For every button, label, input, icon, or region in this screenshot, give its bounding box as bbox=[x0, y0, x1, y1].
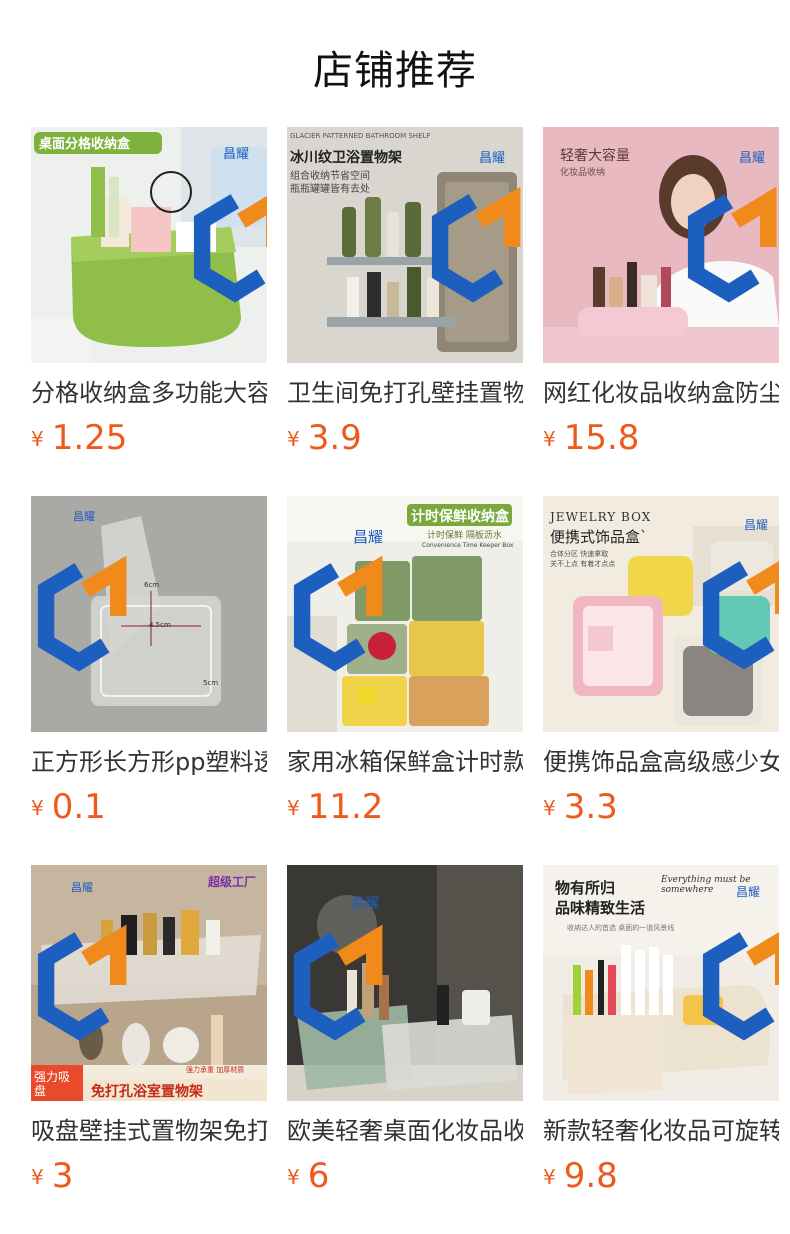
product-image[interactable]: 桌面分格收纳盒 昌耀 bbox=[31, 127, 267, 363]
brand-logo: 昌耀 bbox=[683, 129, 777, 303]
currency-symbol: ¥ bbox=[543, 427, 556, 451]
product-name[interactable]: 欧美轻奢桌面化妆品收纳 bbox=[287, 1114, 523, 1148]
image-caption: GLACIER PATTERNED BATHROOM SHELF bbox=[290, 132, 431, 140]
image-caption: JEWELRY BOX bbox=[550, 510, 652, 524]
price-value: 11.2 bbox=[307, 787, 384, 827]
brand-logo-icon bbox=[293, 555, 383, 672]
brand-logo-text: 昌耀 bbox=[223, 147, 250, 162]
brand-logo-text: 昌耀 bbox=[71, 881, 93, 894]
brand-logo: 昌耀 bbox=[289, 498, 399, 672]
currency-symbol: ¥ bbox=[31, 427, 44, 451]
product-image[interactable]: 昌耀 bbox=[287, 865, 523, 1101]
product-image[interactable]: 物有所归 品味精致生活 Everything must be somewhere… bbox=[543, 865, 779, 1101]
image-caption: 物有所归 bbox=[555, 879, 616, 897]
product-name[interactable]: 便携饰品盒高级感少女 bbox=[543, 745, 779, 779]
brand-logo: 昌耀 bbox=[289, 867, 389, 1041]
image-caption: 关不上点 有着才点点 bbox=[550, 560, 616, 568]
product-image[interactable]: 计时保鲜收纳盒 计时保鲜 隔板沥水 Convenience Time Keepe… bbox=[287, 496, 523, 732]
product-card[interactable]: 计时保鲜收纳盒 计时保鲜 隔板沥水 Convenience Time Keepe… bbox=[287, 496, 523, 865]
brand-logo-text: 昌耀 bbox=[353, 528, 384, 546]
product-card[interactable]: JEWELRY BOX 便携式饰品盒` 合体分区 快速拿取 关不上点 有着才点点… bbox=[543, 496, 779, 865]
product-card[interactable]: 昌耀 欧美轻奢桌面化妆品收纳 ¥6 bbox=[287, 865, 523, 1234]
price-value: 6 bbox=[307, 1156, 330, 1196]
product-image[interactable]: 6cm 4.5cm 5cm 昌耀 bbox=[31, 496, 267, 732]
image-caption: 瓶瓶罐罐皆有去处 bbox=[290, 184, 370, 195]
product-price: ¥15.8 bbox=[543, 418, 779, 464]
image-caption: 桌面分格收纳盒 bbox=[39, 137, 131, 152]
brand-logo-text: 昌耀 bbox=[736, 885, 761, 899]
product-price: ¥3 bbox=[31, 1156, 267, 1202]
page-title: 店铺推荐 bbox=[313, 48, 477, 94]
product-price: ¥9.8 bbox=[543, 1156, 779, 1202]
product-name[interactable]: 卫生间免打孔壁挂置物架冰川纹 bbox=[287, 376, 523, 410]
currency-symbol: ¥ bbox=[31, 796, 44, 820]
currency-symbol: ¥ bbox=[543, 1165, 556, 1189]
product-price: ¥11.2 bbox=[287, 787, 523, 833]
brand-logo: 昌耀 bbox=[33, 498, 127, 672]
brand-logo-text: 昌耀 bbox=[479, 151, 506, 166]
store-recommendation-page: 店铺推荐 桌面分格收纳盒 昌耀 分格收纳盒多功能大容 ¥ 1.25 GLACIE… bbox=[0, 0, 790, 1234]
image-caption: 便携式饰品盒` bbox=[550, 528, 648, 546]
currency-symbol: ¥ bbox=[287, 796, 300, 820]
currency-symbol: ¥ bbox=[287, 427, 300, 451]
brand-logo-icon bbox=[37, 555, 127, 672]
image-caption: 合体分区 快速拿取 bbox=[550, 550, 609, 558]
brand-logo: 昌耀 bbox=[33, 867, 127, 1041]
price-value: 3.3 bbox=[563, 787, 618, 827]
currency-symbol: ¥ bbox=[287, 1165, 300, 1189]
brand-logo-icon bbox=[702, 932, 779, 1041]
product-image[interactable]: 超级工厂 强力承重 加厚材质 强力吸盘 免打孔浴室置物架 昌耀 bbox=[31, 865, 267, 1101]
price-value: 0.1 bbox=[51, 787, 106, 827]
product-price: ¥6 bbox=[287, 1156, 523, 1202]
brand-logo: 昌耀 bbox=[189, 129, 267, 303]
brand-logo: 昌耀 bbox=[698, 496, 779, 670]
product-image[interactable]: GLACIER PATTERNED BATHROOM SHELF 冰川纹卫浴置物… bbox=[287, 127, 523, 363]
brand-logo-icon bbox=[431, 186, 521, 303]
product-image[interactable]: JEWELRY BOX 便携式饰品盒` 合体分区 快速拿取 关不上点 有着才点点… bbox=[543, 496, 779, 732]
currency-symbol: ¥ bbox=[31, 1165, 44, 1189]
brand-logo-icon bbox=[293, 924, 383, 1041]
product-name[interactable]: 网红化妆品收纳盒防尘大容量 bbox=[543, 376, 779, 410]
product-card[interactable]: 桌面分格收纳盒 昌耀 分格收纳盒多功能大容量桌面收纳盒 ¥1.25 bbox=[31, 127, 267, 496]
product-name[interactable]: 家用冰箱保鲜盒计时款 bbox=[287, 745, 523, 779]
product-image[interactable]: 轻奢大容量 化妆品收纳 昌耀 bbox=[543, 127, 779, 363]
product-name[interactable]: 新款轻奢化妆品可旋转收纳 bbox=[543, 1114, 779, 1148]
product-price: ¥0.1 bbox=[31, 787, 267, 833]
product-grid: 桌面分格收纳盒 昌耀 分格收纳盒多功能大容量桌面收纳盒 ¥1.25 bbox=[31, 127, 779, 1234]
brand-logo-text: 昌耀 bbox=[73, 510, 95, 523]
brand-logo-text: 昌耀 bbox=[351, 896, 379, 912]
brand-logo-icon bbox=[193, 194, 267, 303]
image-caption: 轻奢大容量 bbox=[560, 148, 630, 164]
price-value: 3.9 bbox=[307, 418, 362, 458]
price-value: 1.25 bbox=[51, 418, 128, 458]
product-card[interactable]: 6cm 4.5cm 5cm 昌耀 正方形长方形pp塑料透明盒 ¥0.1 bbox=[31, 496, 267, 865]
product-name[interactable]: 正方形长方形pp塑料透明盒 bbox=[31, 745, 267, 779]
brand-logo-text: 昌耀 bbox=[744, 518, 769, 532]
brand-logo: 昌耀 bbox=[698, 867, 779, 1041]
image-caption: 化妆品收纳 bbox=[560, 168, 606, 178]
product-name[interactable]: 吸盘壁挂式置物架免打孔 bbox=[31, 1114, 267, 1148]
image-caption: 收纳达人的首选 桌面的一道风景线 bbox=[567, 924, 675, 932]
product-card[interactable]: 物有所归 品味精致生活 Everything must be somewhere… bbox=[543, 865, 779, 1234]
product-price: ¥3.3 bbox=[543, 787, 779, 833]
image-caption: 品味精致生活 bbox=[555, 899, 646, 917]
brand-logo-icon bbox=[37, 924, 127, 1041]
image-caption: 冰川纹卫浴置物架 bbox=[290, 150, 402, 166]
product-card[interactable]: 轻奢大容量 化妆品收纳 昌耀 网红化妆品收纳盒防尘大容量 ¥15.8 bbox=[543, 127, 779, 496]
product-card[interactable]: GLACIER PATTERNED BATHROOM SHELF 冰川纹卫浴置物… bbox=[287, 127, 523, 496]
product-name[interactable]: 分格收纳盒多功能大容量桌面收纳盒 bbox=[31, 376, 267, 410]
price-value: 9.8 bbox=[563, 1156, 618, 1196]
price-value: 3 bbox=[51, 1156, 74, 1196]
product-card[interactable]: 超级工厂 强力承重 加厚材质 强力吸盘 免打孔浴室置物架 昌耀 吸盘壁挂式置物架… bbox=[31, 865, 267, 1234]
brand-logo-text: 昌耀 bbox=[739, 151, 766, 166]
price-value: 15.8 bbox=[563, 418, 640, 458]
currency-symbol: ¥ bbox=[543, 796, 556, 820]
product-price: ¥3.9 bbox=[287, 418, 523, 464]
brand-logo: 昌耀 bbox=[427, 129, 521, 303]
product-price: ¥1.25 bbox=[31, 418, 267, 464]
